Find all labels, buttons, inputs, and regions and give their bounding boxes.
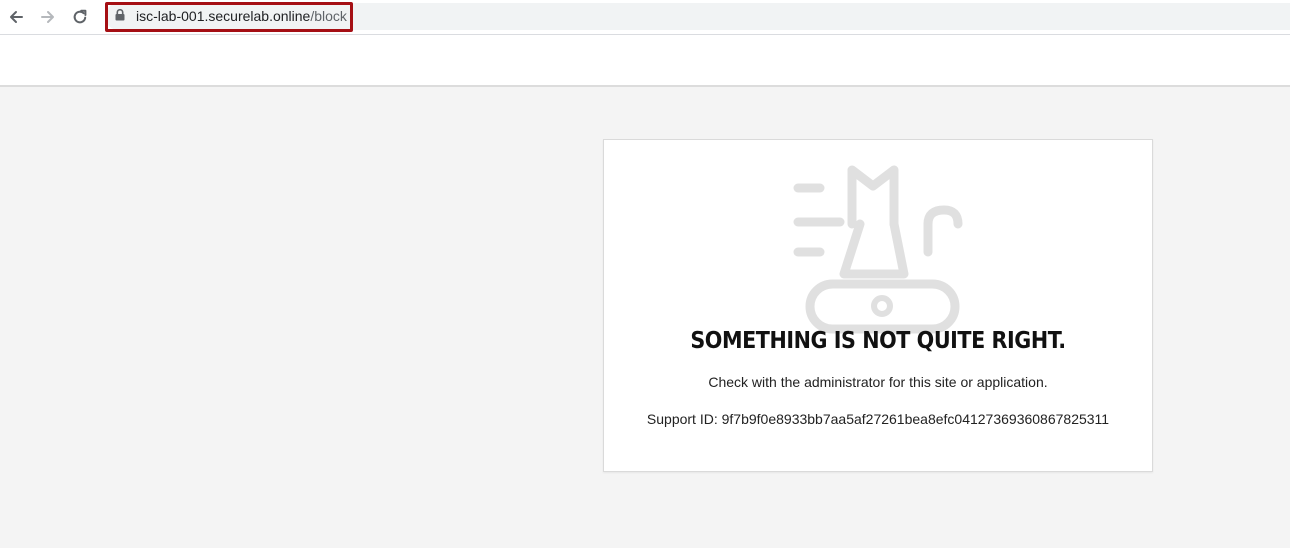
block-message-card: SOMETHING IS NOT QUITE RIGHT. Check with… (603, 139, 1153, 472)
page-header-bar (0, 35, 1290, 87)
support-id-label: Support ID: (646, 411, 718, 427)
back-arrow-icon (10, 11, 23, 23)
forward-button[interactable] (36, 5, 60, 29)
reload-button[interactable] (68, 5, 92, 29)
forward-arrow-icon (41, 11, 54, 23)
error-message: Check with the administrator for this si… (708, 374, 1048, 390)
cat-on-treadmill-icon (793, 165, 963, 334)
back-button[interactable] (4, 5, 28, 29)
error-heading: SOMETHING IS NOT QUITE RIGHT. (690, 328, 1066, 354)
reload-icon (73, 9, 87, 24)
url-highlight-box (105, 2, 353, 32)
browser-toolbar: isc-lab-001.securelab.online/block (0, 0, 1290, 35)
support-id: Support ID: 9f7b9f0e8933bb7aa5af27261bea… (604, 411, 1152, 427)
support-id-value: 9f7b9f0e8933bb7aa5af27261bea8efc04127369… (721, 411, 1110, 427)
